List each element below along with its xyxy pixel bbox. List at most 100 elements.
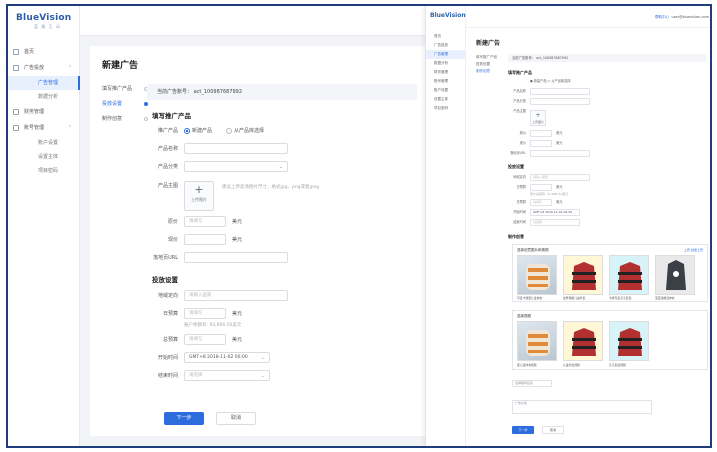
sidebar-item-entity-settings[interactable]: 设置主体 — [8, 150, 80, 164]
sidebar-item-finance[interactable]: 财务管理 — [8, 104, 80, 120]
preview-input[interactable]: 请输入国家 — [530, 174, 590, 181]
daily-budget-input[interactable]: 请填写 — [184, 308, 226, 319]
creative-thumbnail[interactable] — [609, 255, 649, 295]
preview-help-link[interactable]: 帮助中心 — [655, 15, 669, 20]
preview-nav-item[interactable]: 财务管理 — [426, 68, 466, 77]
preview-sidebar: BlueVision 首页 广告投放 广告管理 数据分析 财务管理 账号管理 账… — [426, 6, 466, 446]
preview-date-picker[interactable]: GMT+8 2018-11-02 00:00 — [530, 209, 580, 216]
preview-upload-button[interactable]: + 上传图片 — [530, 110, 546, 126]
upload-label: 上传图片 — [191, 197, 207, 202]
preview-date-picker[interactable]: 请选择 — [530, 219, 580, 226]
cancel-button[interactable]: 取消 — [216, 412, 256, 425]
preview-account-banner: 当前广告账号： act_100987687992 — [508, 54, 706, 62]
preview-cancel-button[interactable]: 取消 — [542, 426, 564, 434]
product-name-input[interactable] — [184, 143, 288, 154]
creative-box-tools[interactable]: 上传 批量上传 — [684, 248, 703, 252]
preview-link-select[interactable]: 选择跳转链接 — [512, 380, 552, 387]
product-category-select[interactable]: ⌄ — [184, 161, 288, 172]
preview-input[interactable] — [530, 140, 552, 147]
step-nav: 填写推广产品 投放设置 制作创意 — [98, 82, 150, 127]
preview-nav-item[interactable]: 首页 — [426, 32, 466, 41]
preview-step-active[interactable]: 制作创意 — [476, 68, 506, 75]
preview-nav-item[interactable]: 项目密码 — [426, 104, 466, 113]
preview-input[interactable] — [530, 184, 552, 191]
landing-url-input[interactable] — [184, 252, 288, 263]
sidebar-item-account[interactable]: 账号管理 ⌃ — [8, 120, 80, 136]
original-price-label: 原价 — [167, 219, 178, 225]
currency-unit: 美元 — [232, 337, 243, 343]
chevron-down-icon: ⌄ — [260, 373, 265, 379]
sidebar-item-project-password[interactable]: 项目密码 — [8, 164, 80, 178]
preview-input[interactable] — [530, 130, 552, 137]
onesie-image — [526, 330, 550, 356]
image-upload-button[interactable]: + 上传图片 — [184, 181, 214, 211]
preview-step[interactable]: 填写推广产品 — [476, 54, 506, 61]
page-title: 新建广告 — [102, 61, 139, 71]
preview-nav-item-active[interactable]: 广告管理 — [426, 50, 466, 59]
preview-next-button[interactable]: 下一步 — [512, 426, 534, 434]
jacket-image — [572, 262, 596, 290]
thumbnail-caption: 加厚保暖儿童外套 — [563, 296, 586, 300]
preview-nav-item[interactable]: 设置主体 — [426, 95, 466, 104]
step-product[interactable]: 填写推广产品 — [98, 82, 150, 97]
creative-thumbnail[interactable] — [655, 255, 695, 295]
preview-user[interactable]: user@bluevision.com — [672, 15, 710, 19]
creative-thumbnail[interactable] — [517, 255, 557, 295]
video-thumbnail[interactable] — [609, 321, 649, 361]
product-type-label: 推广产品 — [157, 128, 178, 134]
sidebar-item-data-analysis[interactable]: 数据分析 — [8, 90, 80, 104]
radio-new-product[interactable]: 新建产品 — [184, 127, 212, 135]
preview-step[interactable]: 投放设置 — [476, 61, 506, 68]
creative-thumbnail[interactable] — [563, 255, 603, 295]
preview-row: 开始时间 GMT+8 2018-11-02 00:00 — [508, 209, 706, 216]
video-thumbnail[interactable] — [517, 321, 557, 361]
preview-row: 原价 美元 — [519, 130, 563, 137]
hoodie-image — [666, 260, 686, 290]
next-button[interactable]: 下一步 — [164, 412, 204, 425]
preview-nav-item[interactable]: 数据分析 — [426, 59, 466, 68]
start-time-row: 开始时间 GMT+8 2018-11-02 00:00 ⌄ — [152, 352, 422, 364]
step-creative[interactable]: 制作创意 — [98, 112, 150, 127]
preview-nav-item[interactable]: 广告投放 — [426, 41, 466, 50]
sidebar-item-label: 首页 — [24, 49, 35, 55]
thumbnail-caption: 儿童外套视频 — [563, 363, 580, 367]
preview-row: 产品分类 — [508, 98, 706, 105]
total-budget-input[interactable]: 请填写 — [184, 334, 226, 345]
thumbnail-caption: 婴儿连体衣视频 — [517, 363, 537, 367]
preview-ad-text-input[interactable]: 广告文案 — [512, 400, 652, 414]
current-price-input[interactable] — [184, 234, 226, 245]
logo: BlueVision — [16, 13, 72, 23]
sidebar-item-ad-delivery[interactable]: 广告投放 ⌃ — [8, 60, 80, 76]
start-time-picker[interactable]: GMT+8 2018-11-02 00:00 ⌄ — [184, 352, 270, 363]
end-time-picker[interactable]: 请选择 ⌄ — [184, 370, 270, 381]
daily-budget-label: 日预算 — [162, 311, 178, 317]
sidebar-item-label: 账号管理 — [24, 125, 45, 131]
step-dot — [144, 117, 148, 121]
preview-input[interactable] — [530, 88, 590, 95]
preview-nav-item[interactable]: 账户设置 — [426, 86, 466, 95]
plus-icon: + — [194, 183, 204, 196]
step-dot-active — [144, 102, 148, 106]
end-time-row: 结束时间 请选择 ⌄ — [152, 370, 422, 382]
preview-input[interactable] — [530, 150, 590, 157]
thumbnail-caption: 亲子套装视频 — [609, 363, 626, 367]
preview-nav-item[interactable]: 账号管理 — [426, 77, 466, 86]
radio-unchecked-icon — [226, 128, 232, 134]
sidebar-item-ad-management[interactable]: 广告管理 — [8, 76, 80, 90]
sidebar-item-label: 广告投放 — [24, 65, 45, 71]
original-price-row: 原价 请填写 美元 — [152, 216, 422, 228]
product-name-label: 产品名称 — [157, 146, 178, 152]
step-delivery[interactable]: 投放设置 — [98, 97, 150, 112]
product-category-label: 产品分类 — [157, 164, 178, 170]
preview-select[interactable] — [530, 98, 590, 105]
original-price-input[interactable]: 请填写 — [184, 216, 226, 227]
sidebar-item-account-settings[interactable]: 账户设置 — [8, 136, 80, 150]
region-input[interactable]: 请输入国家 — [184, 290, 288, 301]
preview-input[interactable]: 请填写 — [530, 199, 552, 206]
budget-hint: 账户余额有: 93,866.50美元 — [184, 323, 242, 328]
region-row: 地域定向 请输入国家 — [152, 290, 422, 302]
video-thumbnail[interactable] — [563, 321, 603, 361]
preview-nav: 首页 广告投放 广告管理 数据分析 财务管理 账号管理 账户设置 设置主体 项目… — [426, 32, 466, 113]
radio-existing-product[interactable]: 从产品库选择 — [226, 127, 264, 135]
sidebar-item-home[interactable]: 首页 — [8, 44, 80, 60]
